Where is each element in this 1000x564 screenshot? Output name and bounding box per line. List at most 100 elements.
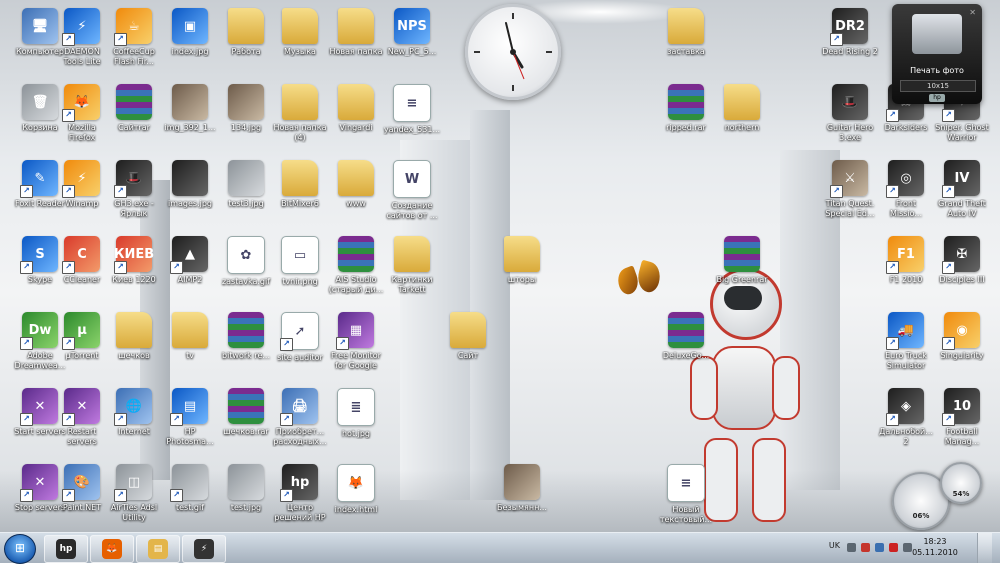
file-icon <box>172 84 208 120</box>
desktop-icon[interactable]: Сайт <box>434 308 502 378</box>
shortcut-arrow-icon: ↗ <box>942 413 955 426</box>
gadget-title: Печать фото <box>910 66 964 75</box>
show-hidden-icons-icon[interactable] <box>847 543 856 552</box>
file-icon: ◉ ↗ <box>942 312 980 350</box>
close-icon[interactable]: ✕ <box>969 8 976 17</box>
file-icon: ▲ ↗ <box>170 236 208 274</box>
desktop-icon[interactable]: заставка <box>652 4 720 74</box>
show-desktop-button[interactable] <box>977 533 992 563</box>
file-icon: 🖨 ↗ <box>280 388 318 426</box>
file-icon: ✿ <box>227 236 265 274</box>
folder-icon <box>450 312 486 348</box>
taskbar-button-firefox[interactable]: 🦊 <box>90 535 134 563</box>
shortcut-arrow-icon: ↗ <box>62 185 75 198</box>
language-indicator[interactable]: UK <box>829 541 840 550</box>
desktop-icon[interactable]: ≡ Новый текстовый... <box>652 460 720 530</box>
desktop-icon-label: Безымянн... <box>497 503 547 512</box>
desktop-icon[interactable]: northern <box>708 80 776 150</box>
desktop-icon[interactable]: ≣ hot.jpg <box>322 384 390 454</box>
archive-icon <box>668 312 704 348</box>
file-icon: 10 ↗ <box>942 388 980 426</box>
desktop-icon[interactable]: DR2 ↗ Dead Rising 2 <box>816 4 884 74</box>
taskbar-button-hp[interactable]: hp <box>44 535 88 563</box>
clock-gadget[interactable] <box>465 4 561 100</box>
network-icon[interactable] <box>875 543 884 552</box>
desktop-icon[interactable]: Безымянн... <box>488 460 556 530</box>
shortcut-arrow-icon: ↗ <box>114 413 127 426</box>
shortcut-arrow-icon: ↗ <box>886 185 899 198</box>
desktop-icon-label: Dead Rising 2 <box>822 47 878 56</box>
start-button[interactable]: ⊞ <box>4 534 36 564</box>
file-icon: 🎨 ↗ <box>62 464 100 502</box>
archive-icon <box>668 84 704 120</box>
folder-icon <box>724 84 760 120</box>
archive-icon <box>116 84 152 120</box>
file-icon <box>228 160 264 196</box>
shortcut-arrow-icon: ↗ <box>830 185 843 198</box>
desktop-icon-label: Big Greenrar <box>716 275 768 284</box>
file-icon: hp ↗ <box>280 464 318 502</box>
shortcut-arrow-icon: ↗ <box>62 261 75 274</box>
desktop-icon-label: index.html <box>334 505 378 514</box>
desktop-icon[interactable]: IV ↗ Grand Theft Auto IV <box>928 156 996 226</box>
shortcut-arrow-icon: ↗ <box>170 413 183 426</box>
desktop-icon[interactable]: Big Greenrar <box>708 232 776 302</box>
antivirus-icon[interactable] <box>889 543 898 552</box>
desktop-icon[interactable]: 10 ↗ Football Manag... <box>928 384 996 454</box>
file-icon <box>228 84 264 120</box>
cpu-meter-gadget[interactable]: 06% 54% <box>890 462 982 530</box>
desktop-icon-label: DeluxeGo... <box>662 351 710 360</box>
desktop-icon[interactable]: 🦊 index.html <box>322 460 390 530</box>
desktop-icon-label: Сайт <box>457 351 479 360</box>
hp-logo-icon: hp <box>929 94 945 102</box>
cpu-value: 06% <box>912 512 930 520</box>
desktop-icon-label: Free Monitor for Google <box>331 351 381 370</box>
file-icon: ⚔ ↗ <box>830 160 868 198</box>
shortcut-arrow-icon: ↗ <box>280 489 293 502</box>
desktop-icon[interactable]: DeluxeGo... <box>652 308 720 378</box>
clock-face <box>474 13 552 91</box>
file-icon: КИЕВ ↗ <box>114 236 154 274</box>
desktop-icon[interactable]: NPS New_PC_5... <box>378 4 446 74</box>
photo-size-selector[interactable]: 10x15 <box>900 80 976 92</box>
taskbar-button-winamp[interactable]: ⚡ <box>182 535 226 563</box>
file-icon <box>504 464 540 500</box>
desktop-icon-label: Новый текстовый... <box>659 505 713 524</box>
shortcut-arrow-icon: ↗ <box>62 413 75 426</box>
shortcut-arrow-icon: ↗ <box>942 261 955 274</box>
folder-icon <box>282 160 318 196</box>
file-icon: ▦ ↗ <box>336 312 374 350</box>
shortcut-arrow-icon: ↗ <box>942 337 955 350</box>
desktop-icon[interactable]: W Создание сайтов от ... <box>378 156 446 226</box>
flag-icon[interactable] <box>861 543 870 552</box>
desktop-icon-label: Singularity <box>940 351 984 360</box>
folder-icon <box>282 8 318 44</box>
shortcut-arrow-icon: ↗ <box>336 337 349 350</box>
file-icon: 🎩 <box>832 84 868 120</box>
shortcut-arrow-icon: ↗ <box>280 413 293 426</box>
folder-icon <box>504 236 540 272</box>
desktop-icon[interactable]: ▦ ↗ Free Monitor for Google <box>322 308 390 378</box>
file-icon: ≡ <box>667 464 705 502</box>
desktop-icon[interactable]: шторы <box>488 232 556 302</box>
desktop-icon[interactable]: Картинки Tarkett <box>378 232 446 302</box>
desktop-icon-label: New_PC_5... <box>387 47 437 56</box>
taskbar-button-explorer[interactable]: ▤ <box>136 535 180 563</box>
desktop-icon[interactable]: ≡ yandex_531... <box>378 80 446 150</box>
photo-print-gadget[interactable]: ✕ Печать фото 10x15 hp <box>892 4 982 104</box>
taskbar: ⊞ hp 🦊 ▤ ⚡ UK 18:23 05.11.2010 <box>0 532 1000 564</box>
desktop-icon[interactable]: ◉ ↗ Singularity <box>928 308 996 378</box>
windows-logo-icon: ⊞ <box>14 541 26 555</box>
desktop-icon-label: Картинки Tarkett <box>391 275 433 294</box>
desktop-icon-label: Football Manag... <box>944 427 980 446</box>
taskbar-clock[interactable]: 18:23 05.11.2010 <box>908 536 962 558</box>
winamp-icon: ⚡ <box>194 539 214 559</box>
taskbar-date: 05.11.2010 <box>912 548 958 557</box>
desktop: 🖥 Компьютер ⚡ ↗ DAEMON Tools Lite ☕ ↗ CoffeeCup… <box>0 0 1000 532</box>
file-icon: ➚ ↗ <box>280 312 319 351</box>
file-icon: DR2 ↗ <box>830 8 868 46</box>
shortcut-arrow-icon: ↗ <box>62 109 75 122</box>
file-icon: ◎ ↗ <box>886 160 924 198</box>
hp-icon: hp <box>56 539 76 559</box>
desktop-icon[interactable]: ✠ ↗ Disciples III <box>928 232 996 302</box>
